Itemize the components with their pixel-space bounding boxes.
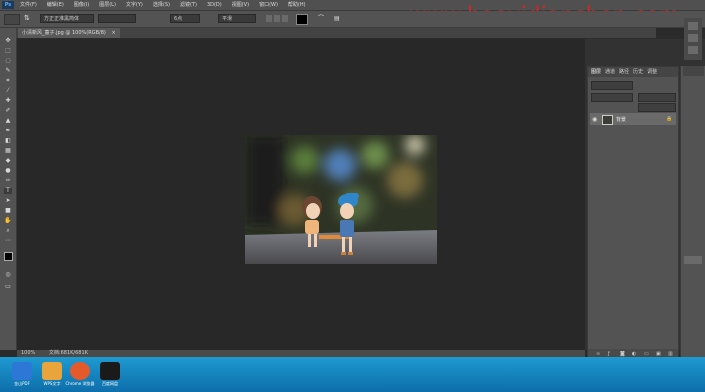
eye-visibility-icon[interactable]: ◉ [592, 116, 597, 123]
fill-field[interactable] [638, 103, 676, 112]
properties-panel-icon[interactable] [688, 34, 698, 42]
align-right-icon[interactable] [282, 15, 288, 22]
shape-tool-icon[interactable]: ■ [4, 208, 12, 214]
taskbar-label: 金山PDF [14, 381, 30, 386]
eyedropper-tool-icon[interactable]: ⁄ [4, 88, 12, 94]
character-panel-icon[interactable]: ▤ [334, 14, 342, 23]
layer-thumbnail [602, 115, 613, 125]
zoom-tool-icon[interactable]: ⌕ [4, 228, 12, 234]
properties-button[interactable] [684, 256, 702, 264]
menu-type[interactable]: 文字(Y) [126, 1, 143, 9]
menu-filter[interactable]: 滤镜(T) [180, 1, 197, 9]
eraser-tool-icon[interactable]: ◧ [4, 138, 12, 144]
menu-3d[interactable]: 3D(D) [207, 1, 222, 9]
layers-panel: 图层 通道 路径 历史 调整 ◉ 背景 🔒 ∞ ƒ ◙ ◐ ▭ ▣ ▥ [587, 66, 679, 360]
menu-image[interactable]: 图像(I) [74, 1, 89, 9]
document-tab-title: 小清新风_童子.jpg @ 100%(RGB/8) [22, 30, 106, 36]
tab-layers[interactable]: 图层 [591, 67, 601, 77]
menu-file[interactable]: 文件(F) [20, 1, 37, 9]
windows-taskbar: 金山PDF WPS文字 Chrome 浏览器 百度网盘 [0, 357, 705, 392]
layer-name[interactable]: 背景 [616, 116, 626, 123]
taskbar-label: 百度网盘 [102, 381, 118, 386]
taskbar-label: WPS文字 [43, 381, 61, 386]
status-bar: 100% 文档:681K/681K [17, 350, 585, 357]
crop-tool-icon[interactable]: ⌗ [4, 78, 12, 84]
foreground-color-swatch[interactable] [4, 252, 13, 261]
font-size-select[interactable]: 6点 [170, 14, 200, 23]
wps-app-icon[interactable] [42, 362, 62, 380]
blend-mode-select[interactable] [591, 93, 633, 102]
menu-help[interactable]: 帮助(H) [288, 1, 306, 9]
layers-panel-tabs: 图层 通道 路径 历史 调整 [588, 67, 678, 77]
move-tool-icon[interactable]: ✥ [4, 38, 12, 44]
clone-stamp-tool-icon[interactable]: ▲ [4, 118, 12, 124]
netdisk-app-icon[interactable] [100, 362, 120, 380]
hand-tool-icon[interactable]: ✋ [4, 218, 12, 224]
options-bar: ⇅ 方正正准黑简体 6点 平滑 ⌒ ▤ [0, 11, 705, 28]
path-select-tool-icon[interactable]: ➤ [4, 198, 12, 204]
marquee-tool-icon[interactable]: ⬚ [4, 48, 12, 54]
properties-panel [680, 66, 705, 358]
tools-panel: ✥ ⬚ ◌ ✎ ⌗ ⁄ ✚ ✐ ▲ ✒ ◧ ▦ ◆ ● ✑ T ➤ ■ ✋ ⌕ … [0, 28, 17, 350]
layer-filter-select[interactable] [591, 81, 633, 90]
warp-text-icon[interactable]: ⌒ [318, 14, 326, 23]
tab-channels[interactable]: 通道 [605, 67, 615, 77]
type-tool-preset-icon[interactable] [4, 14, 20, 25]
history-brush-tool-icon[interactable]: ✒ [4, 128, 12, 134]
orientation-toggle-icon[interactable]: ⇅ [24, 14, 34, 23]
font-family-select[interactable]: 方正正准黑简体 [40, 14, 94, 23]
alignment-buttons [266, 15, 288, 22]
gradient-tool-icon[interactable]: ▦ [4, 148, 12, 154]
close-tab-icon[interactable]: × [111, 30, 115, 36]
menu-window[interactable]: 窗口(W) [259, 1, 278, 9]
brush-tool-icon[interactable]: ✐ [4, 108, 12, 114]
menu-layer[interactable]: 图层(L) [99, 1, 116, 9]
photo-illustration [245, 135, 437, 264]
document-image[interactable] [245, 135, 437, 264]
text-color-swatch[interactable] [296, 14, 308, 25]
type-tool-icon[interactable]: T [4, 188, 12, 194]
document-size: 文档:681K/681K [48, 350, 88, 356]
lasso-tool-icon[interactable]: ◌ [4, 58, 12, 64]
panel-icon-strip [684, 18, 702, 60]
align-center-icon[interactable] [274, 15, 280, 22]
properties-panel-header [683, 66, 704, 76]
pen-tool-icon[interactable]: ✑ [4, 178, 12, 184]
blur-tool-icon[interactable]: ◆ [4, 158, 12, 164]
history-panel-icon[interactable] [688, 22, 698, 30]
menu-select[interactable]: 选择(S) [153, 1, 170, 9]
font-style-select[interactable] [98, 14, 136, 23]
quick-select-tool-icon[interactable]: ✎ [4, 68, 12, 74]
dodge-tool-icon[interactable]: ● [4, 168, 12, 174]
lock-icon: 🔒 [666, 116, 673, 122]
pdf-app-icon[interactable] [12, 362, 32, 380]
document-tab-bar: 小清新风_童子.jpg @ 100%(RGB/8) × [16, 28, 656, 38]
chrome-app-icon[interactable] [70, 362, 90, 380]
document-tab[interactable]: 小清新风_童子.jpg @ 100%(RGB/8) × [18, 28, 120, 38]
layer-row-background[interactable]: ◉ 背景 🔒 [590, 113, 676, 125]
align-left-icon[interactable] [266, 15, 272, 22]
opacity-field[interactable] [638, 93, 676, 102]
character-panel-side-icon[interactable] [688, 46, 698, 54]
menu-view[interactable]: 视图(V) [232, 1, 249, 9]
photoshop-logo-icon: Ps [2, 1, 14, 9]
zoom-level[interactable]: 100% [21, 350, 35, 356]
menu-edit[interactable]: 编辑(E) [47, 1, 64, 9]
tab-history[interactable]: 历史 [633, 67, 643, 77]
healing-brush-tool-icon[interactable]: ✚ [4, 98, 12, 104]
anti-alias-select[interactable]: 平滑 [218, 14, 256, 23]
tab-adjustments[interactable]: 调整 [647, 67, 657, 77]
screen-mode-icon[interactable]: ▭ [4, 284, 12, 290]
taskbar-label: Chrome 浏览器 [65, 381, 95, 386]
menu-items: 文件(F) 编辑(E) 图像(I) 图层(L) 文字(Y) 选择(S) 滤镜(T… [20, 1, 306, 9]
more-tools-icon[interactable]: ⋯ [4, 238, 12, 244]
quick-mask-icon[interactable]: ◎ [4, 272, 12, 278]
tab-paths[interactable]: 路径 [619, 67, 629, 77]
